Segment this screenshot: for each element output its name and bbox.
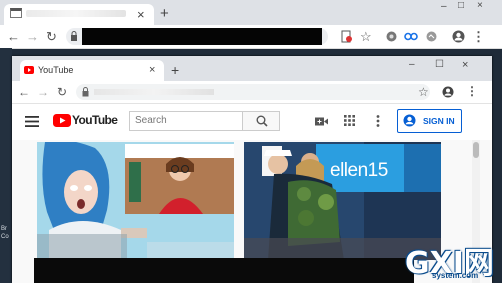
inner-url-blurred xyxy=(94,89,214,95)
youtube-logo-icon[interactable] xyxy=(53,114,71,127)
thumbnail-2-overlay-text: ellen15 xyxy=(330,160,388,181)
inner-maximize-button[interactable]: ☐ xyxy=(435,60,444,70)
inner-back-icon[interactable]: ← xyxy=(18,86,30,98)
youtube-favicon-icon xyxy=(24,66,34,74)
youtube-logo-text[interactable]: YouTube xyxy=(72,113,118,127)
desktop-background xyxy=(0,48,12,283)
inner-tab-close-icon[interactable]: × xyxy=(149,65,155,76)
outer-tab-close-icon[interactable]: × xyxy=(137,8,145,21)
outer-close-button[interactable]: × xyxy=(477,1,483,11)
inner-minimize-button[interactable]: – xyxy=(409,60,415,70)
outer-reload-icon[interactable]: ↻ xyxy=(46,30,57,43)
outer-extension-1-icon[interactable] xyxy=(386,31,397,42)
inner-lock-icon xyxy=(82,87,89,97)
outer-new-tab-button[interactable]: + xyxy=(160,6,169,21)
inner-close-button[interactable]: × xyxy=(462,60,468,71)
search-icon xyxy=(256,115,268,127)
inner-bookmark-star-icon[interactable]: ☆ xyxy=(418,86,429,98)
outer-maximize-button[interactable]: □ xyxy=(458,1,464,11)
outer-profile-icon[interactable] xyxy=(452,30,465,43)
outer-tab-favicon-icon xyxy=(10,8,22,18)
video-thumbnail-1[interactable] xyxy=(37,142,234,260)
apps-grid-icon[interactable] xyxy=(344,115,355,126)
outer-minimize-button[interactable]: – xyxy=(441,2,447,12)
video-titles-redacted xyxy=(34,258,414,283)
desktop-label-2: Co xyxy=(1,234,9,240)
scrollbar-thumb[interactable] xyxy=(473,142,479,158)
outer-lock-icon xyxy=(71,31,77,41)
outer-forward-icon[interactable]: → xyxy=(26,30,39,43)
search-placeholder: Search xyxy=(135,115,167,126)
inner-forward-icon[interactable]: → xyxy=(37,86,49,98)
desktop-label-1: Br xyxy=(1,226,7,232)
inner-new-tab-button[interactable]: + xyxy=(171,63,179,77)
outer-page-action-icon[interactable] xyxy=(341,30,352,43)
settings-more-icon[interactable] xyxy=(376,115,380,127)
create-video-icon[interactable] xyxy=(315,117,328,126)
outer-bookmark-star-icon[interactable]: ☆ xyxy=(360,30,372,43)
hamburger-menu-icon[interactable] xyxy=(25,116,39,127)
outer-back-icon[interactable]: ← xyxy=(7,30,20,43)
outer-extension-3-icon[interactable] xyxy=(426,31,437,42)
inner-reload-icon[interactable]: ↻ xyxy=(57,86,67,98)
outer-url-redacted xyxy=(82,28,322,45)
sign-in-label: SIGN IN xyxy=(423,116,455,126)
watermark-subtext: system.com xyxy=(432,271,479,280)
outer-menu-icon[interactable]: ⋮ xyxy=(472,30,485,43)
outer-extension-2-icon[interactable] xyxy=(404,32,418,41)
inner-profile-icon[interactable] xyxy=(442,86,454,98)
account-circle-icon xyxy=(403,114,416,127)
inner-menu-icon[interactable]: ⋮ xyxy=(466,85,478,97)
outer-tab-title-blurred xyxy=(26,10,126,17)
inner-tab-title: YouTube xyxy=(38,65,74,75)
thumbnail-1-image xyxy=(37,142,234,260)
